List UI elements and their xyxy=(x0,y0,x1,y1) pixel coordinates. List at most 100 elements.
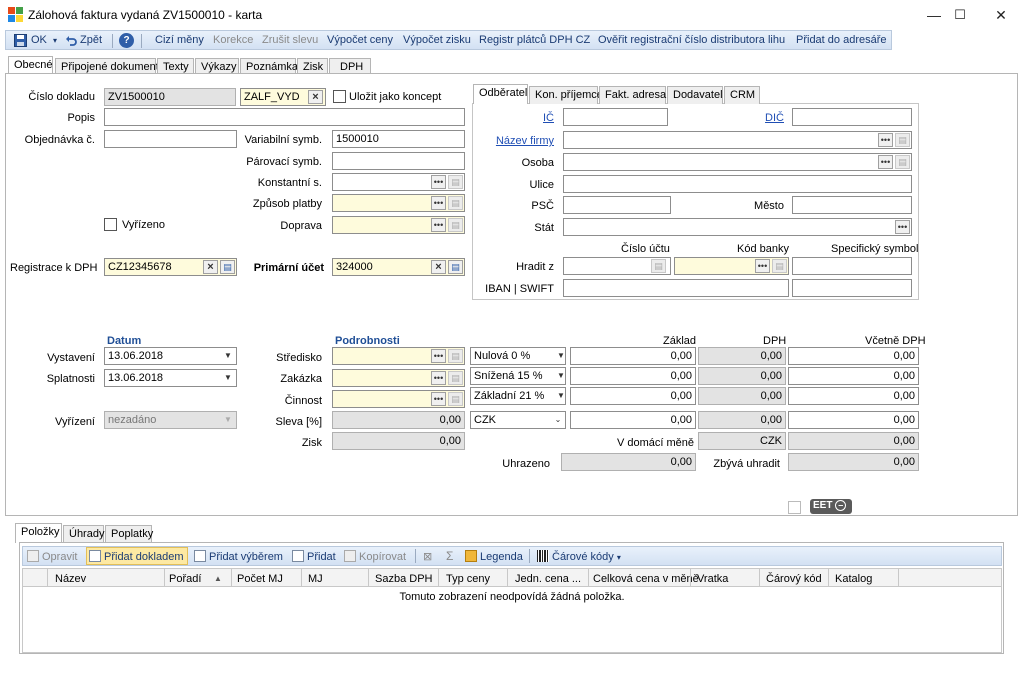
vat-rate-dropdown-icon[interactable]: ▼ xyxy=(553,388,569,404)
contract-browse-button[interactable]: ••• xyxy=(431,371,446,385)
vat-registration-list-icon[interactable]: ▤ xyxy=(220,260,235,274)
shipping-browse-button[interactable]: ••• xyxy=(431,218,446,232)
company-name-list-icon[interactable]: ▤ xyxy=(895,133,910,147)
ok-dropdown-icon[interactable]: ▾ xyxy=(53,36,57,45)
person-field[interactable] xyxy=(563,153,912,171)
contract-list-icon[interactable]: ▤ xyxy=(448,371,463,385)
city-field[interactable] xyxy=(792,196,912,214)
vat-id-link[interactable]: DIČ xyxy=(730,112,784,124)
clear-series-icon[interactable]: × xyxy=(308,90,323,104)
cost-center-browse-button[interactable]: ••• xyxy=(431,349,446,363)
country-browse-button[interactable]: ••• xyxy=(895,220,910,234)
clear-primary-account-icon[interactable]: × xyxy=(431,260,446,274)
payment-method-list-icon[interactable]: ▤ xyxy=(448,196,463,210)
legend-button[interactable]: Legenda xyxy=(465,550,523,563)
person-list-icon[interactable]: ▤ xyxy=(895,155,910,169)
add-button[interactable]: Přidat xyxy=(292,550,336,563)
swift-field[interactable] xyxy=(792,279,912,297)
pairing-symbol-field[interactable] xyxy=(332,152,465,170)
person-browse-button[interactable]: ••• xyxy=(878,155,893,169)
company-name-field[interactable] xyxy=(563,131,912,149)
add-to-addressbook-button[interactable]: Přidat do adresáře xyxy=(796,34,887,46)
constant-symbol-browse-button[interactable]: ••• xyxy=(431,175,446,189)
sum-icon[interactable]: Σ xyxy=(446,549,453,563)
back-button[interactable]: Zpět xyxy=(80,34,102,46)
vat-rate-select[interactable]: Snížená 15 % xyxy=(470,367,566,385)
ok-button[interactable]: OK xyxy=(31,34,47,46)
base-amount-field[interactable]: 0,00 xyxy=(570,347,696,365)
order-number-field[interactable] xyxy=(104,130,237,148)
vat-id-field[interactable] xyxy=(792,108,912,126)
tab-fees[interactable]: Poplatky xyxy=(105,525,153,543)
shipping-list-icon[interactable]: ▤ xyxy=(448,218,463,232)
due-date-dropdown-icon[interactable]: ▼ xyxy=(220,370,236,386)
company-name-link[interactable]: Název firmy xyxy=(480,135,554,147)
base-amount-field[interactable]: 0,00 xyxy=(570,387,696,405)
tab-crm[interactable]: CRM xyxy=(724,86,760,104)
currency-dropdown-icon[interactable]: ⌄ xyxy=(550,412,566,428)
column-name[interactable]: Název xyxy=(55,573,86,585)
document-number-field[interactable]: ZV1500010 xyxy=(104,88,236,106)
company-id-field[interactable] xyxy=(563,108,668,126)
barcodes-button[interactable]: Čárové kódy ▾ xyxy=(537,550,621,563)
eet-checkbox[interactable] xyxy=(788,501,801,514)
incl-vat-amount-field[interactable]: 0,00 xyxy=(788,347,919,365)
iban-field[interactable] xyxy=(563,279,789,297)
edit-button[interactable]: Opravit xyxy=(27,550,77,563)
cost-center-list-icon[interactable]: ▤ xyxy=(448,349,463,363)
incl-vat-amount-field[interactable]: 0,00 xyxy=(788,387,919,405)
column-deposit[interactable]: Vratka xyxy=(697,573,728,585)
issue-date-field[interactable]: 13.06.2018 xyxy=(104,347,237,365)
activity-browse-button[interactable]: ••• xyxy=(431,392,446,406)
save-as-draft-checkbox[interactable] xyxy=(333,90,346,103)
activity-list-icon[interactable]: ▤ xyxy=(448,392,463,406)
company-id-link[interactable]: IČ xyxy=(500,112,554,124)
discount-field[interactable]: 0,00 xyxy=(332,411,465,429)
column-quantity[interactable]: Počet MJ xyxy=(237,573,283,585)
column-price-type[interactable]: Typ ceny xyxy=(446,573,490,585)
primary-account-list-icon[interactable]: ▤ xyxy=(448,260,463,274)
vat-rate-dropdown-icon[interactable]: ▼ xyxy=(553,348,569,364)
payment-method-browse-button[interactable]: ••• xyxy=(431,196,446,210)
column-order[interactable]: Pořadí xyxy=(169,573,201,585)
tab-customer[interactable]: Odběratel xyxy=(473,84,528,104)
vat-payers-register-button[interactable]: Registr plátců DPH CZ xyxy=(479,34,590,46)
maximize-button[interactable]: ☐ xyxy=(937,0,983,30)
constant-symbol-list-icon[interactable]: ▤ xyxy=(448,175,463,189)
resolution-date-field[interactable]: nezadáno xyxy=(104,411,237,429)
column-unit[interactable]: MJ xyxy=(308,573,323,585)
cancel-discount-button[interactable]: Zrušit slevu xyxy=(262,34,318,46)
verify-distributor-button[interactable]: Ověřit registrační číslo distributora li… xyxy=(598,34,785,46)
items-grid-body[interactable]: Tomuto zobrazení neodpovídá žádná položk… xyxy=(22,587,1002,653)
column-catalog[interactable]: Katalog xyxy=(835,573,872,585)
tab-supplier[interactable]: Dodavatel xyxy=(667,86,723,104)
copy-button[interactable]: Kopírovat xyxy=(344,550,406,563)
zip-field[interactable] xyxy=(563,196,671,214)
resolution-date-dropdown-icon[interactable]: ▼ xyxy=(220,412,236,428)
profit-calculation-button[interactable]: Výpočet zisku xyxy=(403,34,471,46)
account-number-list-icon[interactable]: ▤ xyxy=(651,259,666,273)
price-calculation-button[interactable]: Výpočet ceny xyxy=(327,34,393,46)
country-field[interactable] xyxy=(563,218,912,236)
correction-button[interactable]: Korekce xyxy=(213,34,253,46)
issue-date-dropdown-icon[interactable]: ▼ xyxy=(220,348,236,364)
tab-end-recipient[interactable]: Kon. příjemce xyxy=(529,86,603,104)
column-barcode[interactable]: Čárový kód xyxy=(766,573,822,585)
column-unit-price[interactable]: Jedn. cena ... xyxy=(515,573,581,585)
due-date-field[interactable]: 13.06.2018 xyxy=(104,369,237,387)
specific-symbol-field[interactable] xyxy=(792,257,912,275)
foreign-currency-button[interactable]: Cizí měny xyxy=(155,34,204,46)
street-field[interactable] xyxy=(563,175,912,193)
column-total-price[interactable]: Celková cena v měně xyxy=(593,573,699,585)
vat-rate-dropdown-icon[interactable]: ▼ xyxy=(553,368,569,384)
add-by-document-button[interactable]: Přidat dokladem xyxy=(89,550,184,563)
incl-vat-amount-field[interactable]: 0,00 xyxy=(788,367,919,385)
resolved-checkbox[interactable] xyxy=(104,218,117,231)
bank-code-list-icon[interactable]: ▤ xyxy=(772,259,787,273)
vat-rate-select[interactable]: Nulová 0 % xyxy=(470,347,566,365)
clear-vat-registration-icon[interactable]: × xyxy=(203,260,218,274)
vat-rate-select[interactable]: Základní 21 % xyxy=(470,387,566,405)
base-amount-field[interactable]: 0,00 xyxy=(570,367,696,385)
company-name-browse-button[interactable]: ••• xyxy=(878,133,893,147)
tab-items[interactable]: Položky xyxy=(15,523,62,543)
